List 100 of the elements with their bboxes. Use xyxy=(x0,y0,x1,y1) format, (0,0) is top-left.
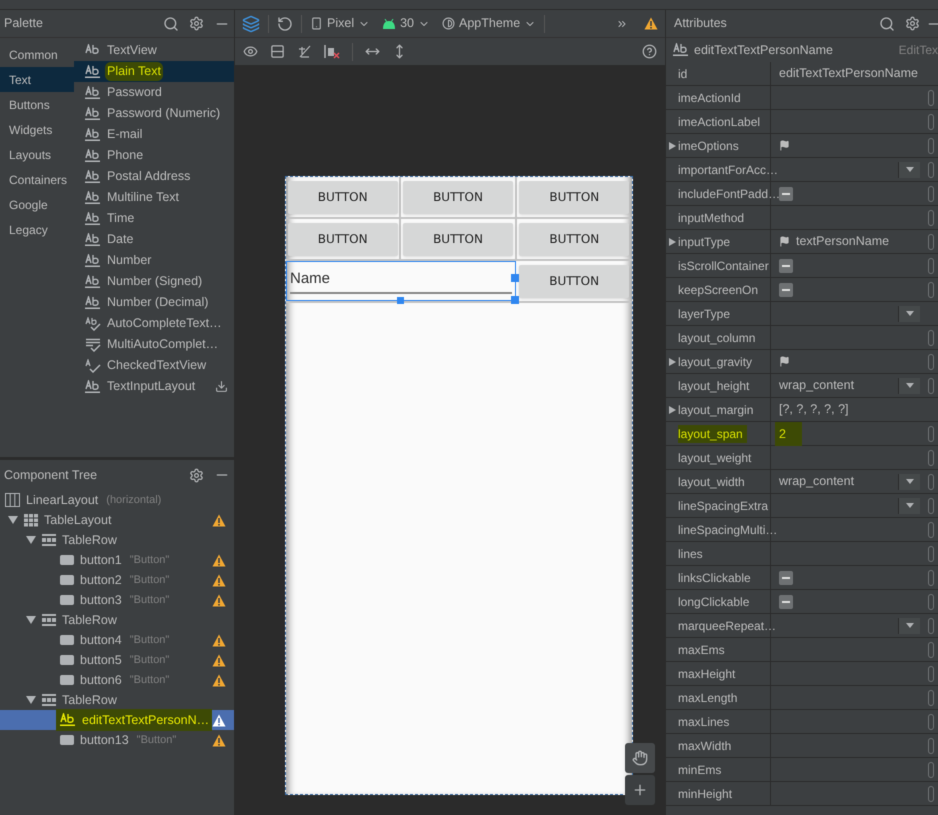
dropdown-button[interactable] xyxy=(898,306,920,322)
download-icon[interactable] xyxy=(215,380,228,393)
rotate-icon[interactable] xyxy=(277,16,293,32)
tree-item[interactable]: TableRow xyxy=(0,530,234,550)
checkbox[interactable] xyxy=(779,570,793,584)
palette-item[interactable]: AutoCompleteText… xyxy=(74,313,234,334)
palette-item[interactable]: Date xyxy=(74,229,234,250)
palette-item[interactable]: Password xyxy=(74,82,234,103)
palette-item[interactable]: Number (Decimal) xyxy=(74,292,234,313)
constraints-off-icon[interactable] xyxy=(297,44,312,59)
settings-icon[interactable] xyxy=(189,468,204,482)
attribute-value[interactable]: wrap_content xyxy=(779,472,854,491)
palette-category[interactable]: Widgets xyxy=(0,117,74,142)
palette-item[interactable]: Number xyxy=(74,250,234,271)
palette-item[interactable]: Multiline Text xyxy=(74,187,234,208)
design-button[interactable]: BUTTON xyxy=(288,180,398,214)
search-icon[interactable] xyxy=(879,16,895,32)
tree-item[interactable]: TableRow xyxy=(0,690,234,710)
help-icon[interactable] xyxy=(642,44,657,59)
tree-item[interactable]: TableRow xyxy=(0,610,234,630)
contrast-icon xyxy=(442,17,455,30)
palette-item[interactable]: TextInputLayout xyxy=(74,376,234,397)
flag-icon[interactable] xyxy=(779,356,790,367)
attribute-name: maxHeight xyxy=(678,666,736,682)
tree-item[interactable]: button13 "Button" xyxy=(0,730,234,750)
expanded-arrow-icon[interactable] xyxy=(26,616,36,624)
palette-item[interactable]: MultiAutoComplet… xyxy=(74,334,234,355)
tree-item[interactable]: button1 "Button" xyxy=(0,550,234,570)
expand-arrow-icon[interactable] xyxy=(668,358,676,366)
palette-category[interactable]: Containers xyxy=(0,167,74,192)
palette-category[interactable]: Layouts xyxy=(0,142,74,167)
checkbox[interactable] xyxy=(779,186,793,200)
tree-item[interactable]: button3 "Button" xyxy=(0,590,234,610)
design-button[interactable]: BUTTON xyxy=(403,180,514,214)
expanded-arrow-icon[interactable] xyxy=(8,516,18,524)
palette-item[interactable]: Postal Address xyxy=(74,166,234,187)
palette-item[interactable]: CheckedTextView xyxy=(74,355,234,376)
attribute-value[interactable]: 2 xyxy=(779,426,786,440)
dropdown-button[interactable] xyxy=(898,378,920,394)
zoom-in-button[interactable] xyxy=(625,775,655,805)
attribute-value[interactable]: wrap_content xyxy=(779,376,854,395)
palette-category[interactable]: Google xyxy=(0,192,74,217)
palette-item[interactable]: Time xyxy=(74,208,234,229)
layers-icon[interactable] xyxy=(242,14,260,32)
blueprint-icon[interactable] xyxy=(270,44,285,59)
settings-icon[interactable] xyxy=(189,16,204,31)
palette-item[interactable]: Plain Text xyxy=(74,61,234,82)
design-button[interactable]: BUTTON xyxy=(519,180,630,214)
node-label: button1 xyxy=(80,552,122,569)
attribute-value[interactable]: editTextTextPersonName xyxy=(779,64,918,83)
device-dropdown[interactable]: Pixel xyxy=(310,14,370,33)
design-button[interactable]: BUTTON xyxy=(519,264,630,298)
tree-item[interactable]: button4 "Button" xyxy=(0,630,234,650)
palette-category[interactable]: Legacy xyxy=(0,217,74,242)
tree-item[interactable]: TableLayout xyxy=(0,510,234,530)
palette-item[interactable]: Phone xyxy=(74,145,234,166)
dropdown-button[interactable] xyxy=(898,618,920,634)
expand-arrow-icon[interactable] xyxy=(668,406,676,414)
design-button[interactable]: BUTTON xyxy=(519,222,630,256)
tree-item[interactable]: button5 "Button" xyxy=(0,650,234,670)
settings-icon[interactable] xyxy=(905,16,920,31)
resize-handle[interactable] xyxy=(511,274,520,282)
dropdown-button[interactable] xyxy=(898,474,920,490)
clear-constraints-icon[interactable] xyxy=(324,44,340,59)
attribute-value[interactable]: textPersonName xyxy=(796,232,890,251)
expand-arrow-icon[interactable] xyxy=(668,142,676,150)
tree-item[interactable]: button6 "Button" xyxy=(0,670,234,690)
checkbox[interactable] xyxy=(779,594,793,608)
tree-item[interactable]: button2 "Button" xyxy=(0,570,234,590)
theme-dropdown[interactable]: AppTheme xyxy=(442,14,536,33)
flag-icon[interactable] xyxy=(779,140,790,151)
checkbox[interactable] xyxy=(779,282,793,296)
design-button[interactable]: BUTTON xyxy=(403,222,514,256)
dropdown-button[interactable] xyxy=(898,162,920,178)
attribute-name: layout_height xyxy=(678,378,750,394)
eye-icon[interactable] xyxy=(243,44,258,59)
design-button[interactable]: BUTTON xyxy=(288,222,398,256)
edit-text[interactable]: Name xyxy=(286,261,516,301)
pan-button[interactable] xyxy=(625,743,655,773)
resize-handle[interactable] xyxy=(397,297,404,304)
palette-category[interactable]: Common xyxy=(0,42,74,67)
flag-icon[interactable] xyxy=(779,236,790,247)
palette-item[interactable]: Password (Numeric) xyxy=(74,103,234,124)
dropdown-button[interactable] xyxy=(898,498,920,514)
tree-item[interactable]: editTextTextPersonN… xyxy=(0,710,234,730)
api-dropdown[interactable]: 30 xyxy=(382,14,430,33)
expand-arrow-icon[interactable] xyxy=(668,238,676,246)
resize-handle[interactable] xyxy=(511,296,520,304)
palette-item[interactable]: TextView xyxy=(74,40,234,61)
checkbox[interactable] xyxy=(779,258,793,272)
attribute-name: maxEms xyxy=(678,642,725,658)
expanded-arrow-icon[interactable] xyxy=(26,536,36,544)
expanded-arrow-icon[interactable] xyxy=(26,696,36,704)
palette-item[interactable]: E-mail xyxy=(74,124,234,145)
tree-item[interactable]: LinearLayout (horizontal) xyxy=(0,490,234,510)
palette-category[interactable]: Buttons xyxy=(0,92,74,117)
palette-item[interactable]: Number (Signed) xyxy=(74,271,234,292)
palette-category[interactable]: Text xyxy=(0,67,74,92)
search-icon[interactable] xyxy=(163,16,179,32)
attribute-value[interactable]: [?, ?, ?, ?, ?] xyxy=(779,400,848,419)
